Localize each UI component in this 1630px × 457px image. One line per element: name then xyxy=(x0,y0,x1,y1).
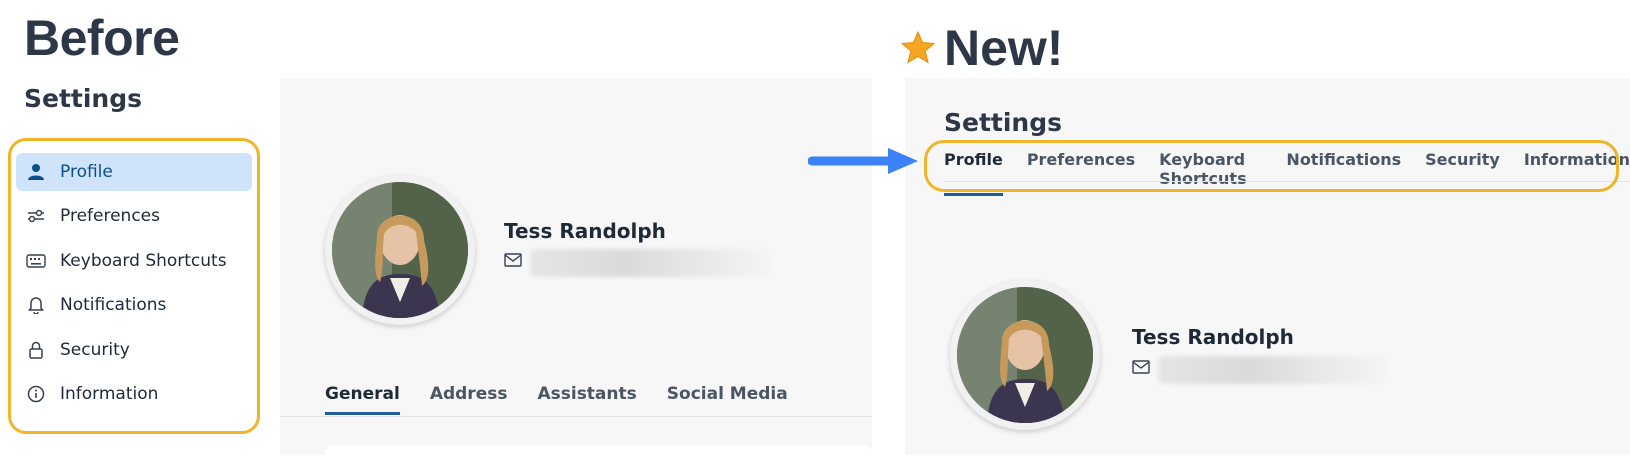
tabs-divider xyxy=(280,416,872,417)
email-redacted xyxy=(530,249,770,277)
highlight-box-tabs xyxy=(924,140,1619,192)
arrow-right-icon xyxy=(808,148,918,174)
avatar-photo xyxy=(332,182,468,318)
star-icon xyxy=(900,30,936,64)
avatar-photo xyxy=(957,287,1093,423)
avatar xyxy=(325,175,475,325)
settings-heading-after: Settings xyxy=(944,108,1063,137)
tab-social-media[interactable]: Social Media xyxy=(667,384,788,415)
email-redacted xyxy=(1158,356,1386,384)
new-title: New! xyxy=(944,20,1064,76)
content-card xyxy=(325,445,872,457)
tab-general[interactable]: General xyxy=(325,384,400,415)
tab-address[interactable]: Address xyxy=(430,384,508,415)
mail-icon xyxy=(504,253,522,272)
tab-assistants[interactable]: Assistants xyxy=(537,384,636,415)
profile-name-before: Tess Randolph xyxy=(504,219,666,243)
avatar xyxy=(950,280,1100,430)
profile-tabs-before: General Address Assistants Social Media xyxy=(325,384,788,415)
mail-icon xyxy=(1132,360,1150,379)
highlight-box-sidebar xyxy=(8,138,260,434)
profile-name-after: Tess Randolph xyxy=(1132,325,1294,349)
